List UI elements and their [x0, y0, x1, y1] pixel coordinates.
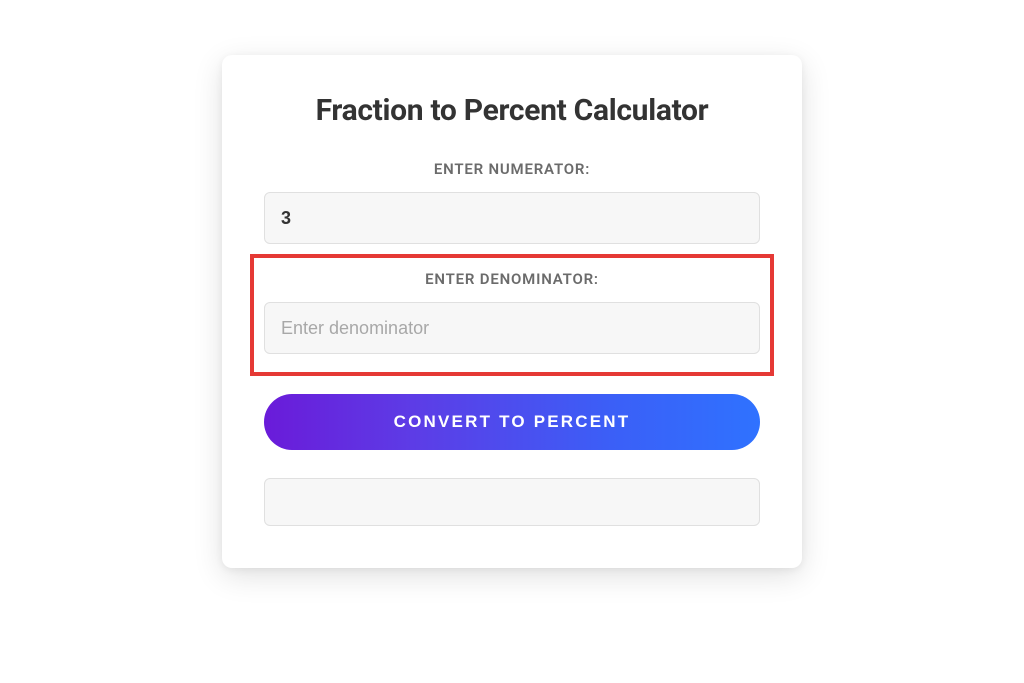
denominator-highlight: ENTER DENOMINATOR: — [250, 254, 774, 376]
result-output — [264, 478, 760, 526]
numerator-group: ENTER NUMERATOR: — [264, 160, 760, 244]
calculator-card: Fraction to Percent Calculator ENTER NUM… — [222, 55, 802, 568]
page-title: Fraction to Percent Calculator — [264, 93, 760, 128]
convert-button[interactable]: CONVERT TO PERCENT — [264, 394, 760, 450]
denominator-label: ENTER DENOMINATOR: — [264, 270, 760, 288]
numerator-input[interactable] — [264, 192, 760, 244]
numerator-label: ENTER NUMERATOR: — [264, 160, 760, 178]
denominator-input[interactable] — [264, 302, 760, 354]
denominator-group: ENTER DENOMINATOR: — [264, 270, 760, 354]
